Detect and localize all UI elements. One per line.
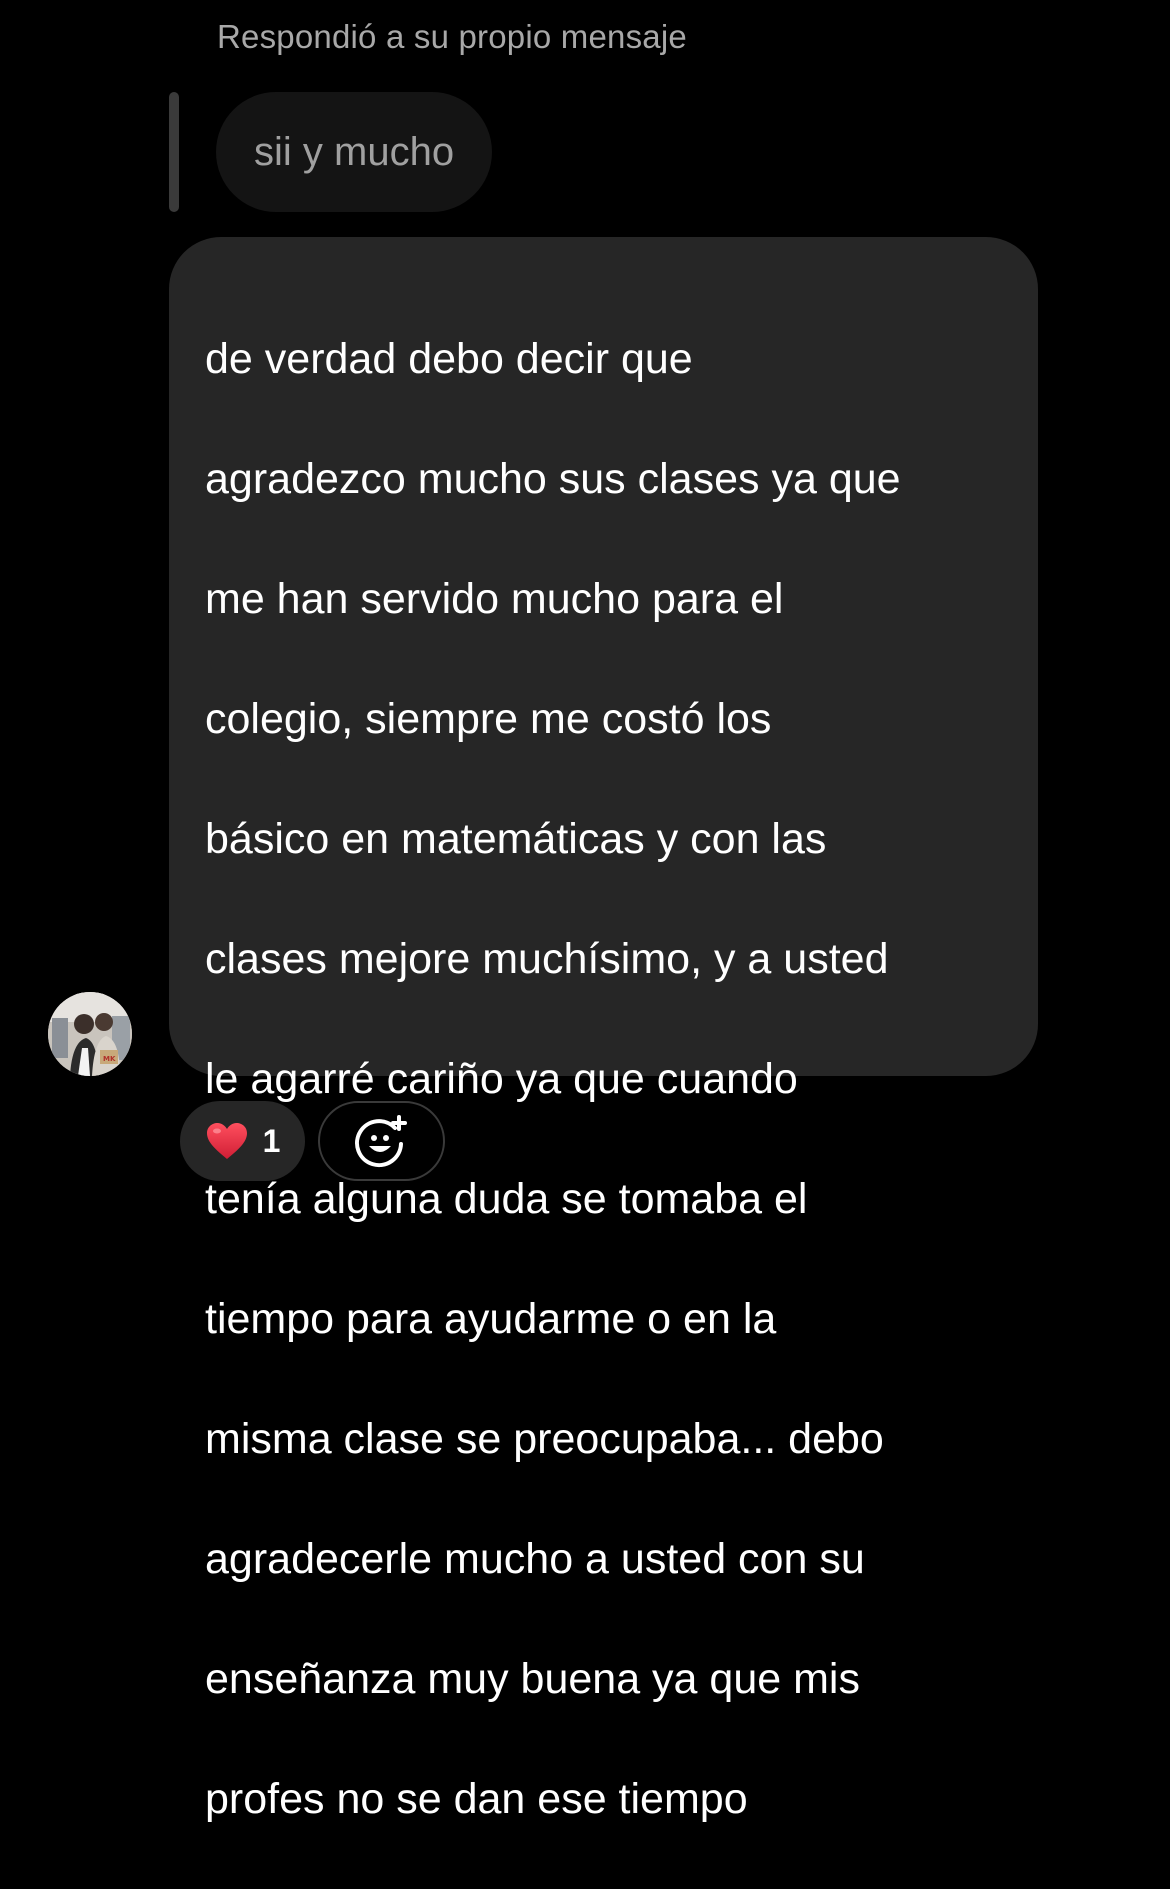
reply-caption: Respondió a su propio mensaje (217, 18, 687, 55)
message-line: tenía alguna duda se tomaba el (205, 1175, 808, 1223)
svg-text:MK: MK (103, 1055, 116, 1063)
add-reaction-button[interactable] (318, 1101, 445, 1181)
message-line: agradezco mucho sus clases ya que (205, 455, 901, 503)
message-line: le agarré cariño ya que cuando (205, 1055, 798, 1103)
reaction-count: 1 (262, 1122, 281, 1159)
message-line: colegio, siempre me costó los (205, 695, 772, 743)
reaction-pill[interactable]: 1 (180, 1101, 305, 1181)
message-text: de verdad debo decir que agradezco mucho… (205, 269, 1008, 1889)
message-line: me han servido mucho para el (205, 575, 784, 623)
quoted-message-text: sii y mucho (254, 129, 455, 174)
red-heart-icon (206, 1123, 247, 1159)
message-line: básico en matemáticas y con las (205, 815, 827, 863)
smiley-plus-icon (354, 1115, 407, 1168)
message-line: enseñanza muy buena ya que mis (205, 1655, 860, 1703)
message-line: clases mejore muchísimo, y a usted (205, 935, 889, 983)
message-line: misma clase se preocupaba... debo (205, 1415, 884, 1463)
reply-indicator-bar (169, 92, 179, 212)
message-line: agradecerle mucho a usted con su (205, 1535, 865, 1583)
message-line: profes no se dan ese tiempo (205, 1775, 748, 1823)
message-line: tiempo para ayudarme o en la (205, 1295, 777, 1343)
quoted-message-bubble[interactable]: sii y mucho (216, 92, 493, 212)
message-line: de verdad debo decir que (205, 335, 693, 383)
sender-avatar[interactable]: MK (48, 992, 132, 1076)
message-bubble[interactable]: de verdad debo decir que agradezco mucho… (169, 237, 1038, 1823)
avatar-photo: MK (48, 992, 132, 1076)
